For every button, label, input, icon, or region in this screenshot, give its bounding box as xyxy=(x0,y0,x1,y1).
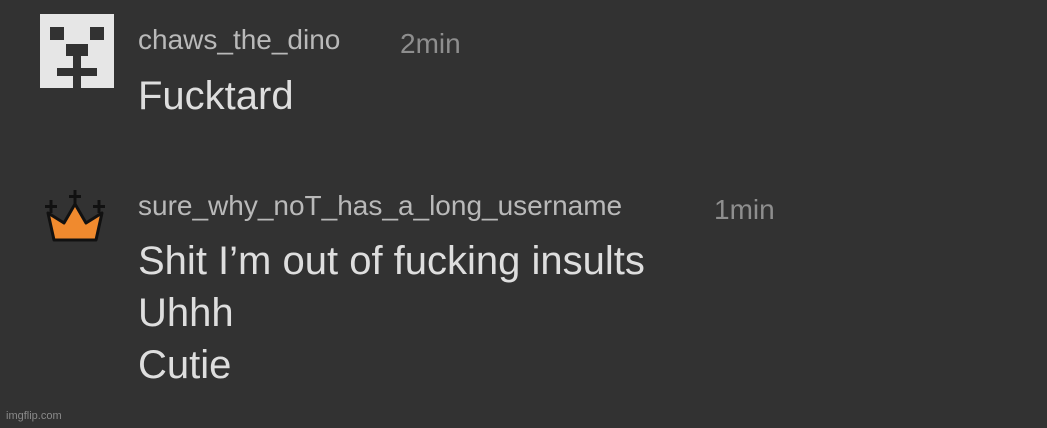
comment-body: Shit I’m out of fucking insults Uhhh Cut… xyxy=(138,235,645,391)
comment-body-line: Uhhh xyxy=(138,291,234,335)
timestamp: 1min xyxy=(714,194,775,225)
watermark: imgflip.com xyxy=(6,410,62,422)
pixel-creeper-face-icon xyxy=(40,14,114,88)
comment-body-line: Shit I’m out of fucking insults xyxy=(138,239,645,283)
comment-body: Fucktard xyxy=(138,70,294,122)
username[interactable]: sure_why_noT_has_a_long_username xyxy=(138,190,622,222)
avatar[interactable] xyxy=(40,14,114,93)
avatar[interactable] xyxy=(40,188,110,249)
timestamp: 2min xyxy=(400,28,461,59)
username[interactable]: chaws_the_dino xyxy=(138,24,340,56)
crown-icon xyxy=(45,190,105,242)
comment-body-line: Cutie xyxy=(138,343,232,387)
comment-body-line: Fucktard xyxy=(138,74,294,118)
